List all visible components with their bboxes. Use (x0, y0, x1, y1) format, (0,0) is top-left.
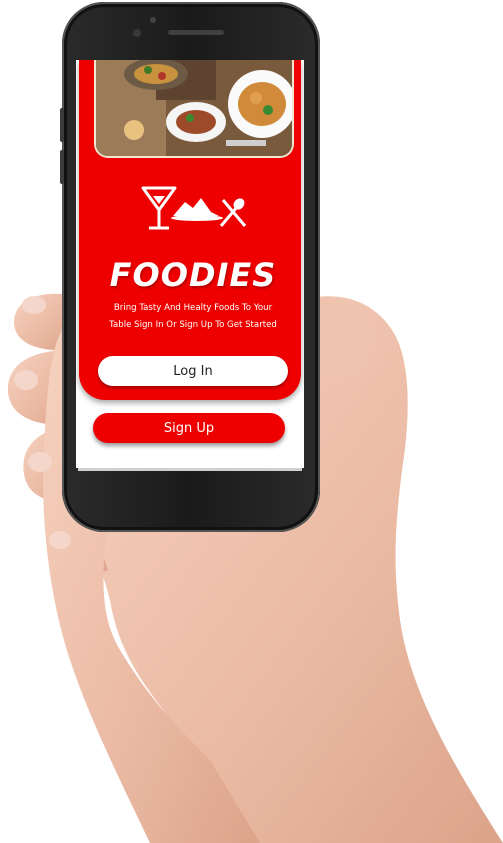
app-title: FOODIES (109, 256, 277, 294)
signup-button[interactable]: Sign Up (93, 413, 285, 443)
volume-button (60, 108, 64, 142)
login-button[interactable]: Log In (98, 356, 288, 386)
welcome-card: FOODIES Bring Tasty And Healty Foods To … (79, 60, 301, 400)
app-tagline: Bring Tasty And Healty Foods To Your Tab… (93, 300, 293, 334)
proximity-sensor-icon (133, 29, 141, 37)
tagline-line: Table Sign In Or Sign Up To Get Started (109, 320, 277, 330)
restaurant-dishes-photo (96, 60, 292, 156)
phone-screen: FOODIES Bring Tasty And Healty Foods To … (76, 60, 304, 468)
earpiece-speaker (168, 30, 224, 35)
volume-button (60, 150, 64, 184)
food-header-image (94, 60, 294, 158)
foodies-logo-icon (141, 186, 247, 230)
tagline-line: Bring Tasty And Healty Foods To Your (113, 303, 273, 313)
screen-bottom-edge (78, 468, 302, 471)
mockup-stage: FOODIES Bring Tasty And Healty Foods To … (0, 0, 503, 843)
front-camera-icon (150, 17, 156, 23)
